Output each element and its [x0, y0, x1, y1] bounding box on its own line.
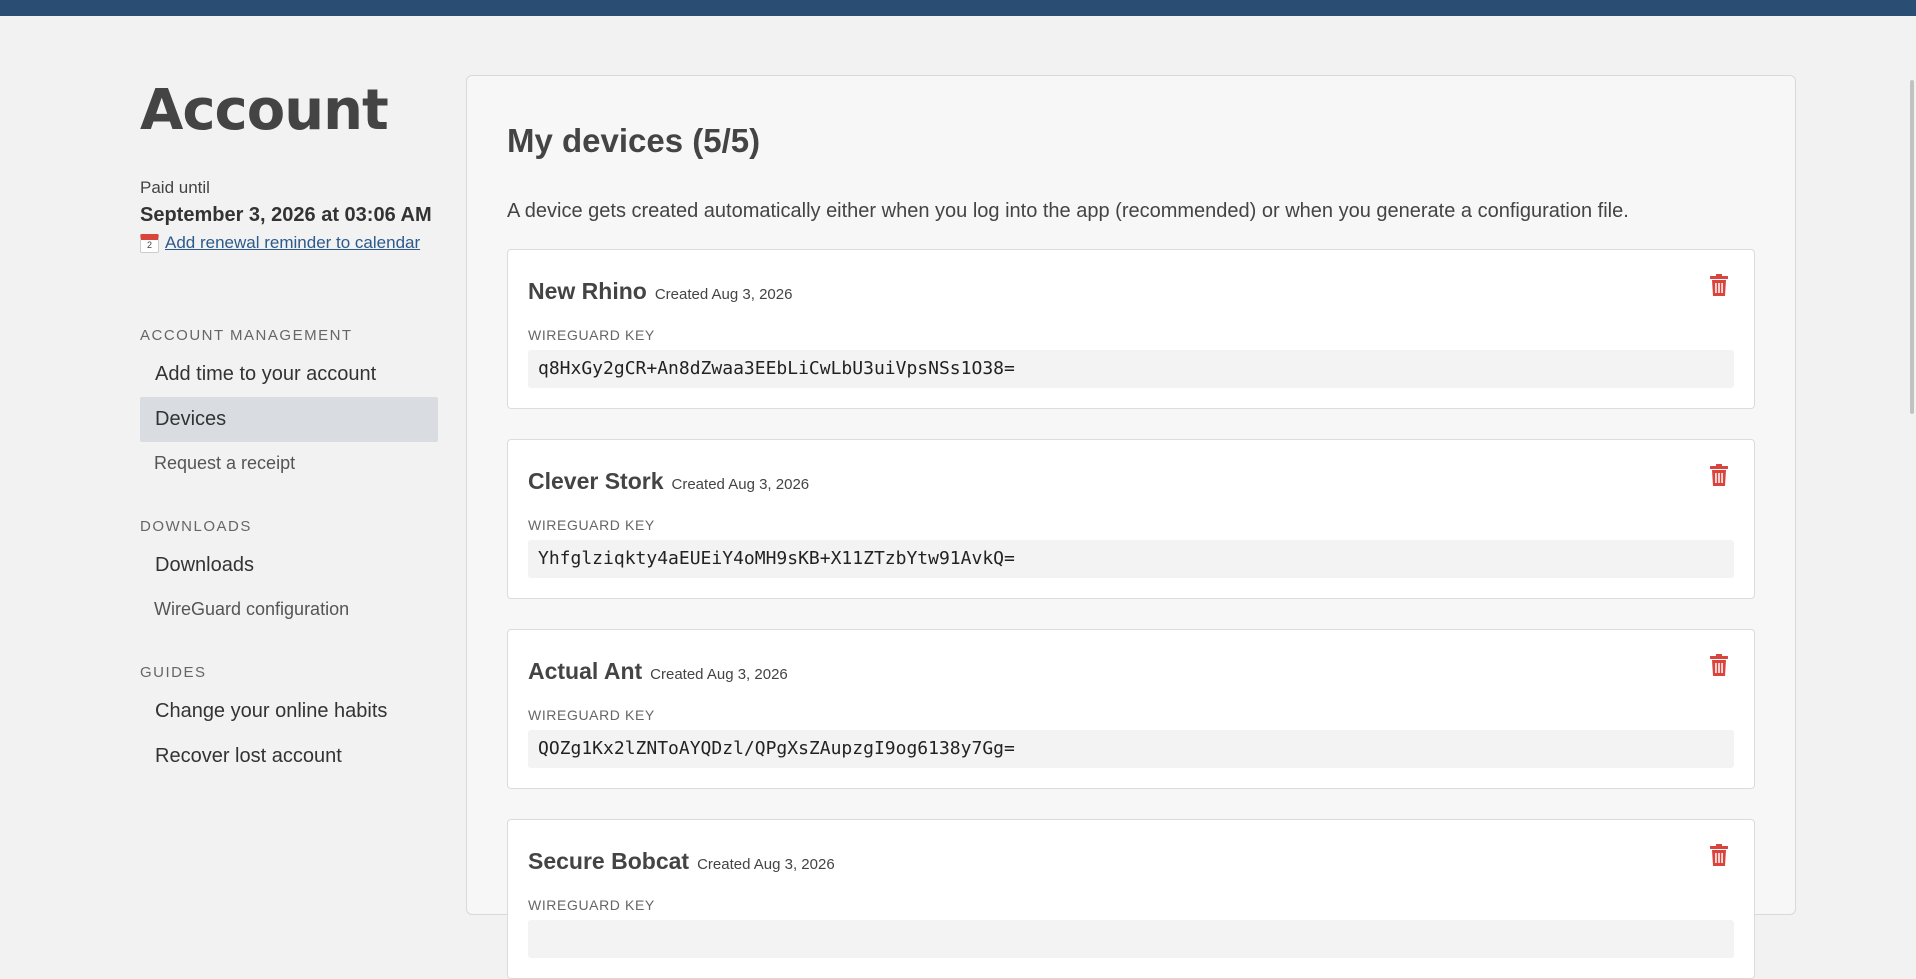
account-management-nav: Add time to your account Devices Request… [140, 352, 438, 484]
section-title-guides: GUIDES [140, 664, 207, 681]
device-card: Actual Ant Created Aug 3, 2026 WIREGUARD … [507, 629, 1755, 789]
device-created: Created Aug 3, 2026 [697, 856, 835, 873]
wireguard-key[interactable]: QOZg1Kx2lZNToAYQDzl/QPgXsZAupzgI9og6138y… [528, 730, 1734, 768]
wireguard-key[interactable]: Yhfglziqkty4aEUEiY4oMH9sKB+X11ZTzbYtw91A… [528, 540, 1734, 578]
renewal-reminder: Add renewal reminder to calendar [140, 233, 438, 253]
nav-add-time[interactable]: Add time to your account [140, 352, 438, 397]
page-scrollbar[interactable] [1902, 16, 1916, 901]
device-card: New Rhino Created Aug 3, 2026 WIREGUARD K… [507, 249, 1755, 409]
wireguard-key-label: WIREGUARD KEY [528, 327, 655, 343]
device-created: Created Aug 3, 2026 [650, 666, 788, 683]
devices-panel: My devices (5/5) A device gets created a… [466, 75, 1796, 979]
paid-until-label: Paid until [140, 178, 210, 197]
nav-change-online-habits[interactable]: Change your online habits [140, 689, 438, 734]
wireguard-key[interactable] [528, 920, 1734, 958]
paid-until-date: September 3, 2026 at 03:06 AM [140, 204, 432, 226]
device-name: Actual Ant [528, 658, 643, 684]
add-renewal-reminder-link[interactable]: Add renewal reminder to calendar [165, 233, 420, 253]
wireguard-key[interactable]: q8HxGy2gCR+An8dZwaa3EEbLiCwLbU3uiVpsNSs1… [528, 350, 1734, 388]
nav-devices[interactable]: Devices [140, 397, 438, 442]
scrollbar-thumb[interactable] [1910, 80, 1914, 414]
calendar-icon [140, 233, 159, 253]
device-card: Secure Bobcat Created Aug 3, 2026 WIREGUA… [507, 819, 1755, 979]
device-name: Clever Stork [528, 468, 664, 494]
trash-icon[interactable] [1710, 844, 1728, 866]
nav-downloads[interactable]: Downloads [140, 543, 438, 588]
device-created: Created Aug 3, 2026 [654, 286, 793, 303]
trash-icon[interactable] [1710, 464, 1728, 486]
trash-icon[interactable] [1710, 274, 1728, 296]
devices-intro: A device gets created automatically eith… [507, 200, 1629, 222]
wireguard-key-label: WIREGUARD KEY [528, 897, 655, 913]
section-title-downloads: DOWNLOADS [140, 518, 252, 535]
device-name: Secure Bobcat [528, 848, 690, 874]
wireguard-key-label: WIREGUARD KEY [528, 517, 655, 533]
nav-wireguard-configuration[interactable]: WireGuard configuration [140, 588, 438, 630]
device-name: New Rhino [528, 278, 647, 304]
trash-icon[interactable] [1710, 654, 1728, 676]
nav-request-receipt[interactable]: Request a receipt [140, 442, 438, 484]
device-created: Created Aug 3, 2026 [671, 476, 810, 493]
top-bar [0, 0, 1916, 16]
sidebar: Account Paid until September 3, 2026 at … [140, 74, 438, 779]
nav-recover-lost-account[interactable]: Recover lost account [140, 734, 438, 779]
wireguard-key-label: WIREGUARD KEY [528, 707, 655, 723]
page-title: Account [140, 78, 389, 143]
guides-nav: Change your online habits Recover lost a… [140, 689, 438, 779]
section-title-account-management: ACCOUNT MANAGEMENT [140, 327, 353, 344]
downloads-nav: Downloads WireGuard configuration [140, 543, 438, 630]
device-card: Clever Stork Created Aug 3, 2026 WIREGUAR… [507, 439, 1755, 599]
devices-title: My devices (5/5) [507, 122, 761, 159]
